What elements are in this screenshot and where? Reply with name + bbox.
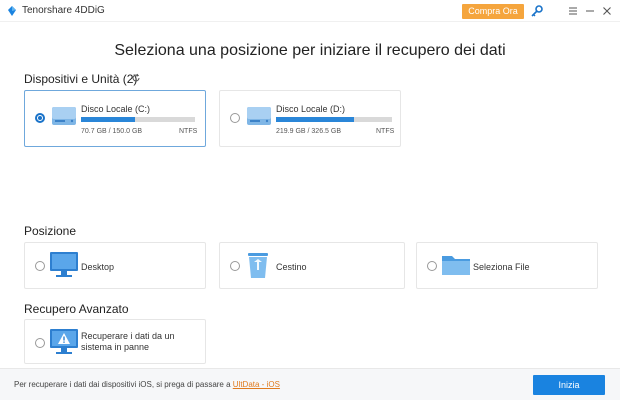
key-icon[interactable] <box>530 4 544 18</box>
advanced-section-title: Recupero Avanzato <box>24 302 129 316</box>
recycle-bin-radio[interactable] <box>230 261 240 271</box>
hard-drive-icon <box>247 107 271 125</box>
disk-d-radio[interactable] <box>230 113 240 123</box>
advanced-recovery-card[interactable]: Recuperare i dati da un sistema in panne <box>24 319 206 364</box>
location-card-desktop[interactable]: Desktop <box>24 242 206 289</box>
desktop-label: Desktop <box>81 262 115 272</box>
monitor-icon <box>50 252 78 277</box>
location-card-recycle-bin[interactable]: Cestino <box>219 242 405 289</box>
disk-c-usage-bar <box>81 117 195 122</box>
start-button[interactable]: Inizia <box>533 375 605 395</box>
disk-d-filesystem: NTFS <box>376 128 395 135</box>
recycle-bin-icon <box>248 253 268 278</box>
disk-c-radio[interactable] <box>35 113 45 123</box>
footer-bar: Per recuperare i dati dai dispositivi iO… <box>0 368 620 400</box>
title-bar: Tenorshare 4DDiG Compra Ora <box>0 0 620 22</box>
disk-c-name: Disco Locale (C:) <box>81 104 151 114</box>
ios-hint-text: Per recuperare i dati dai dispositivi iO… <box>14 380 233 389</box>
position-section-title: Posizione <box>24 224 77 238</box>
minimize-icon[interactable] <box>583 4 597 18</box>
folder-icon <box>442 256 470 275</box>
refresh-icon[interactable] <box>131 73 141 83</box>
buy-now-button[interactable]: Compra Ora <box>462 4 524 19</box>
close-icon[interactable] <box>600 4 614 18</box>
disk-d-size: 219.9 GB / 326.5 GB <box>276 128 341 135</box>
menu-icon[interactable] <box>566 4 580 18</box>
footer-text: Per recuperare i dati dai dispositivi iO… <box>14 380 280 389</box>
advanced-recovery-radio[interactable] <box>35 338 45 348</box>
devices-section-title: Dispositivi e Unità (2) <box>24 72 138 86</box>
disk-c-size: 70.7 GB / 150.0 GB <box>81 128 143 135</box>
disk-d-name: Disco Locale (D:) <box>276 104 346 114</box>
advanced-recovery-label: Recuperare i dati da un sistema in panne <box>81 331 175 352</box>
disk-d-usage-bar <box>276 117 392 122</box>
disk-c-usage-fill <box>81 117 135 122</box>
disk-card-c[interactable]: Disco Locale (C:) 70.7 GB / 150.0 GB NTF… <box>24 90 206 147</box>
location-card-select-file[interactable]: Seleziona File <box>416 242 598 289</box>
ultdata-ios-link[interactable]: UltData - iOS <box>233 380 280 389</box>
disk-card-d[interactable]: Disco Locale (D:) 219.9 GB / 326.5 GB NT… <box>219 90 401 147</box>
app-title: Tenorshare 4DDiG <box>22 5 105 16</box>
recycle-bin-label: Cestino <box>276 262 307 272</box>
disk-d-usage-fill <box>276 117 355 122</box>
desktop-radio[interactable] <box>35 261 45 271</box>
disk-c-filesystem: NTFS <box>179 128 198 135</box>
hard-drive-icon <box>52 107 76 125</box>
page-title: Seleziona una posizione per iniziare il … <box>114 42 506 59</box>
warning-monitor-icon <box>50 329 78 354</box>
select-file-label: Seleziona File <box>473 262 530 272</box>
select-file-radio[interactable] <box>427 261 437 271</box>
app-logo-icon <box>8 6 16 16</box>
